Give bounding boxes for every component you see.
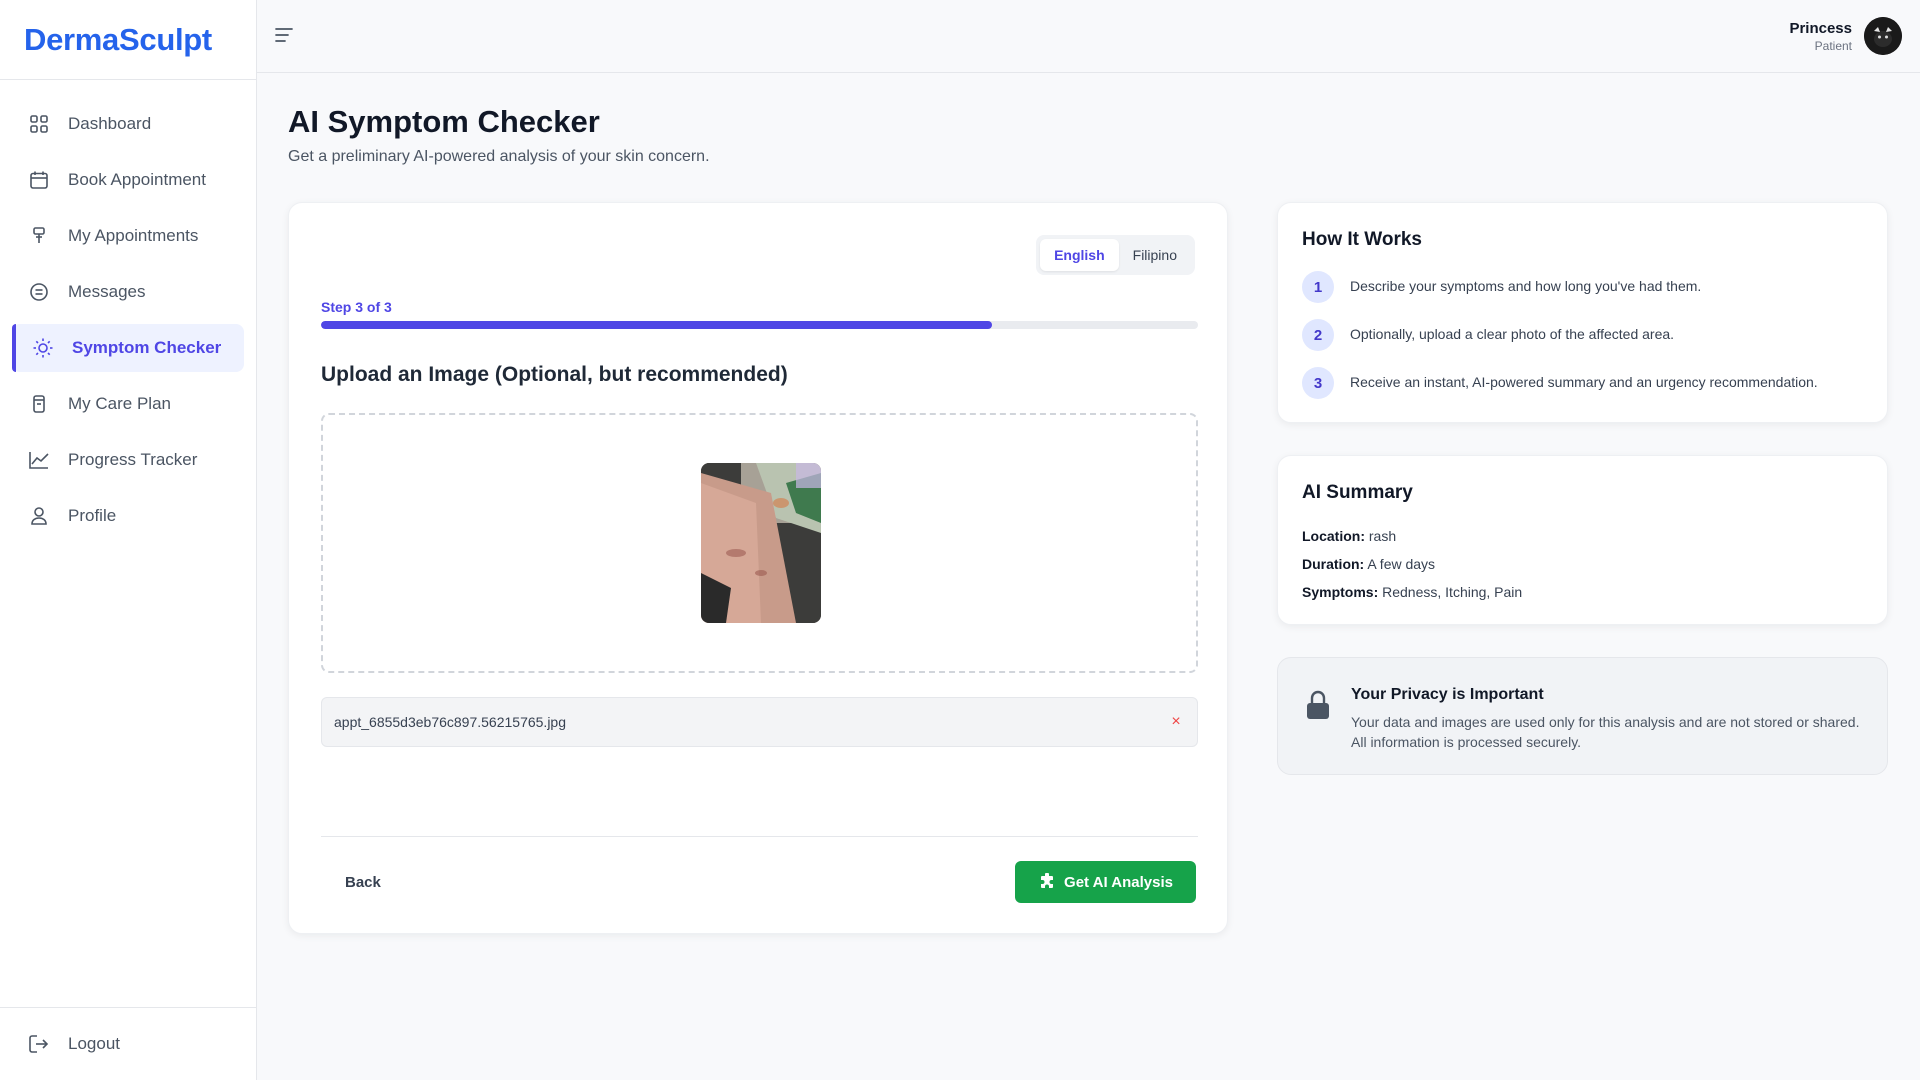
avatar[interactable] xyxy=(1864,17,1902,55)
brand-logo-text[interactable]: DermaSculpt xyxy=(24,22,212,58)
step-text: Describe your symptoms and how long you'… xyxy=(1350,278,1702,294)
user-role: Patient xyxy=(1814,38,1852,53)
logout-label: Logout xyxy=(68,1034,120,1053)
page-title: AI Symptom Checker xyxy=(288,104,600,139)
sidebar-item-my-care-plan[interactable]: My Care Plan xyxy=(12,380,244,428)
privacy-title: Your Privacy is Important xyxy=(1351,686,1544,703)
user-menu[interactable]: Princess Patient xyxy=(1789,17,1902,55)
user-icon xyxy=(28,505,50,527)
language-english-button[interactable]: English xyxy=(1040,239,1119,271)
brand-header: DermaSculpt xyxy=(0,0,256,80)
sidebar-item-label: Messages xyxy=(68,282,146,301)
summary-duration-value: A few days xyxy=(1367,556,1436,572)
language-filipino-button[interactable]: Filipino xyxy=(1119,239,1191,271)
progress-bar-fill xyxy=(321,321,992,329)
summary-location: Location: rash xyxy=(1302,528,1396,544)
calendar-icon xyxy=(28,169,50,191)
sidebar-footer: Logout xyxy=(0,1007,256,1080)
privacy-text: Your data and images are used only for t… xyxy=(1351,714,1860,750)
section-title: Upload an Image (Optional, but recommend… xyxy=(321,363,788,386)
image-dropzone[interactable] xyxy=(321,413,1198,673)
sidebar-item-label: Progress Tracker xyxy=(68,450,198,469)
user-info: Princess Patient xyxy=(1789,20,1852,53)
sidebar-item-messages[interactable]: Messages xyxy=(12,268,244,316)
lock-icon xyxy=(1306,690,1330,725)
appointment-icon xyxy=(28,225,50,247)
symptom-wizard-card: English Filipino Step 3 of 3 Upload an I… xyxy=(288,202,1228,934)
page-subtitle: Get a preliminary AI-powered analysis of… xyxy=(288,148,710,165)
step-indicator: Step 3 of 3 xyxy=(321,299,392,315)
sidebar-item-label: Dashboard xyxy=(68,114,152,133)
summary-duration: Duration: A few days xyxy=(1302,556,1435,572)
summary-symptoms-label: Symptoms: xyxy=(1302,584,1379,600)
sidebar-item-label: Symptom Checker xyxy=(72,338,222,357)
back-button[interactable]: Back xyxy=(321,861,405,903)
sidebar-item-symptom-checker[interactable]: Symptom Checker xyxy=(12,324,244,372)
privacy-notice: Your Privacy is Important Your data and … xyxy=(1277,657,1888,775)
step-number-badge: 3 xyxy=(1302,367,1334,399)
dashboard-grid-icon xyxy=(28,113,50,135)
sidebar-item-profile[interactable]: Profile xyxy=(12,492,244,540)
sidebar: DermaSculpt Dashboard Book Appointment M… xyxy=(0,0,257,1080)
summary-location-label: Location: xyxy=(1302,528,1365,544)
summary-symptoms: Symptoms: Redness, Itching, Pain xyxy=(1302,584,1522,600)
uploaded-image-preview xyxy=(701,463,821,623)
user-name: Princess xyxy=(1789,19,1852,37)
top-bar: Princess Patient xyxy=(257,0,1920,73)
sidebar-item-label: Book Appointment xyxy=(68,170,206,189)
ai-summary-title: AI Summary xyxy=(1302,482,1413,503)
divider xyxy=(321,836,1198,837)
step-number-badge: 2 xyxy=(1302,319,1334,351)
how-it-works-card: How It Works 1 Describe your symptoms an… xyxy=(1277,202,1888,423)
remove-file-button[interactable]: × xyxy=(1167,713,1185,731)
sidebar-item-dashboard[interactable]: Dashboard xyxy=(12,100,244,148)
how-step: 2 Optionally, upload a clear photo of th… xyxy=(1302,319,1674,351)
ai-summary-card: AI Summary Location: rash Duration: A fe… xyxy=(1277,455,1888,625)
summary-location-value: rash xyxy=(1368,528,1397,544)
get-ai-analysis-button[interactable]: Get AI Analysis xyxy=(1015,861,1196,903)
step-text: Receive an instant, AI-powered summary a… xyxy=(1350,374,1818,390)
progress-bar xyxy=(321,321,1198,329)
get-ai-analysis-label: Get AI Analysis xyxy=(1064,873,1173,891)
line-chart-icon xyxy=(28,449,50,471)
puzzle-icon xyxy=(1038,873,1056,891)
sidebar-item-book-appointment[interactable]: Book Appointment xyxy=(12,156,244,204)
how-step: 3 Receive an instant, AI-powered summary… xyxy=(1302,367,1818,399)
selected-file-row: appt_6855d3eb76c897.56215765.jpg × xyxy=(321,697,1198,747)
step-number-badge: 1 xyxy=(1302,271,1334,303)
sidebar-nav: Dashboard Book Appointment My Appointmen… xyxy=(0,80,256,540)
logout-icon xyxy=(28,1033,50,1055)
message-icon xyxy=(28,281,50,303)
sidebar-item-my-appointments[interactable]: My Appointments xyxy=(12,212,244,260)
logout-button[interactable]: Logout xyxy=(12,1020,244,1068)
sidebar-item-progress-tracker[interactable]: Progress Tracker xyxy=(12,436,244,484)
summary-symptoms-value: Redness, Itching, Pain xyxy=(1382,584,1523,600)
menu-toggle-icon[interactable] xyxy=(273,24,297,48)
sidebar-item-label: My Care Plan xyxy=(68,394,171,413)
sidebar-item-label: Profile xyxy=(68,506,117,525)
selected-file-name: appt_6855d3eb76c897.56215765.jpg xyxy=(334,714,567,730)
clipboard-icon xyxy=(28,393,50,415)
step-text: Optionally, upload a clear photo of the … xyxy=(1350,326,1675,342)
sidebar-item-label: My Appointments xyxy=(68,226,199,245)
summary-duration-label: Duration: xyxy=(1302,556,1365,572)
how-it-works-title: How It Works xyxy=(1302,229,1422,250)
sun-icon xyxy=(32,337,54,359)
how-step: 1 Describe your symptoms and how long yo… xyxy=(1302,271,1701,303)
language-toggle: English Filipino xyxy=(1036,235,1195,275)
